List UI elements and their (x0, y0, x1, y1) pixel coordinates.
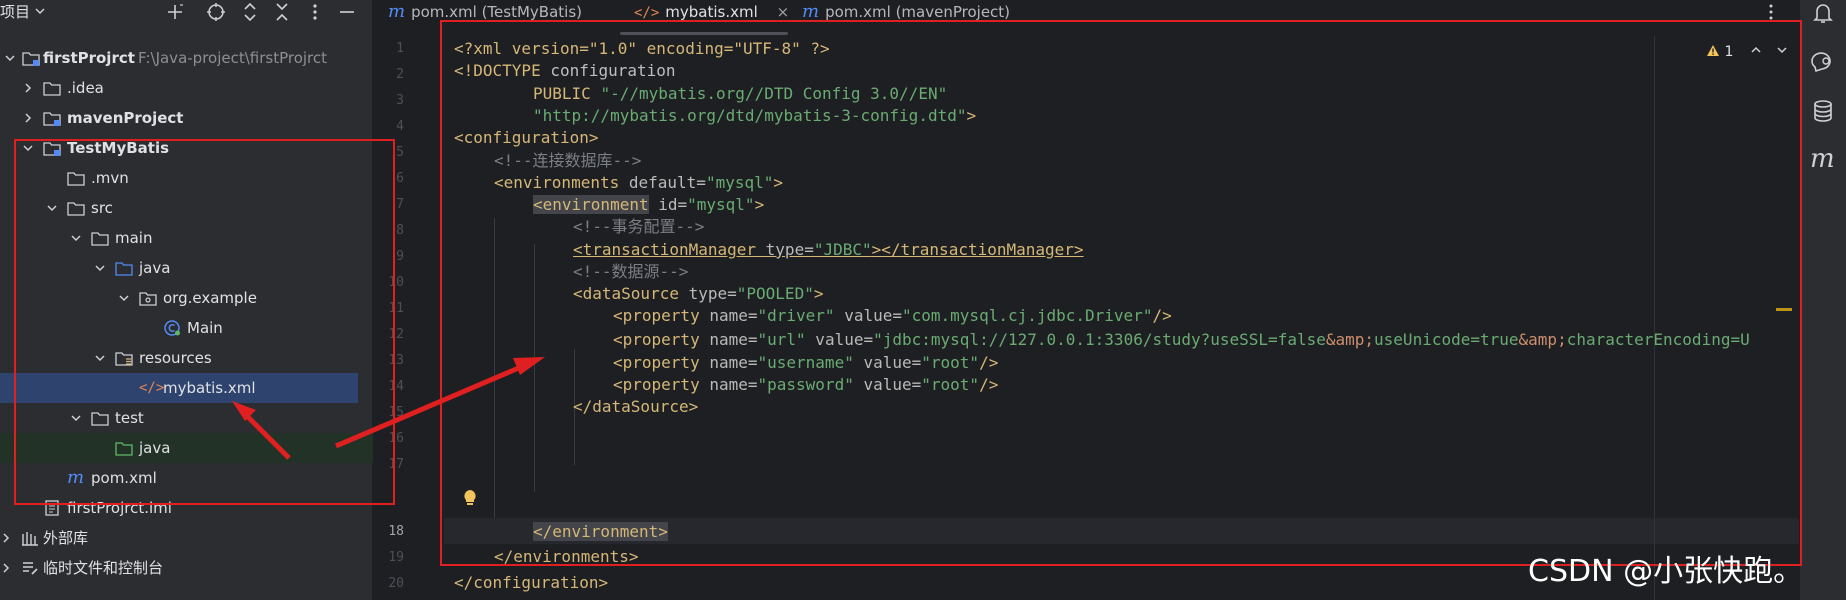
watermark: CSDN @小张快跑。 (1528, 554, 1804, 589)
arrow-to-mybatis-xml (232, 401, 291, 460)
arrow-to-datasource (335, 357, 545, 449)
annotation-arrows (232, 357, 545, 460)
